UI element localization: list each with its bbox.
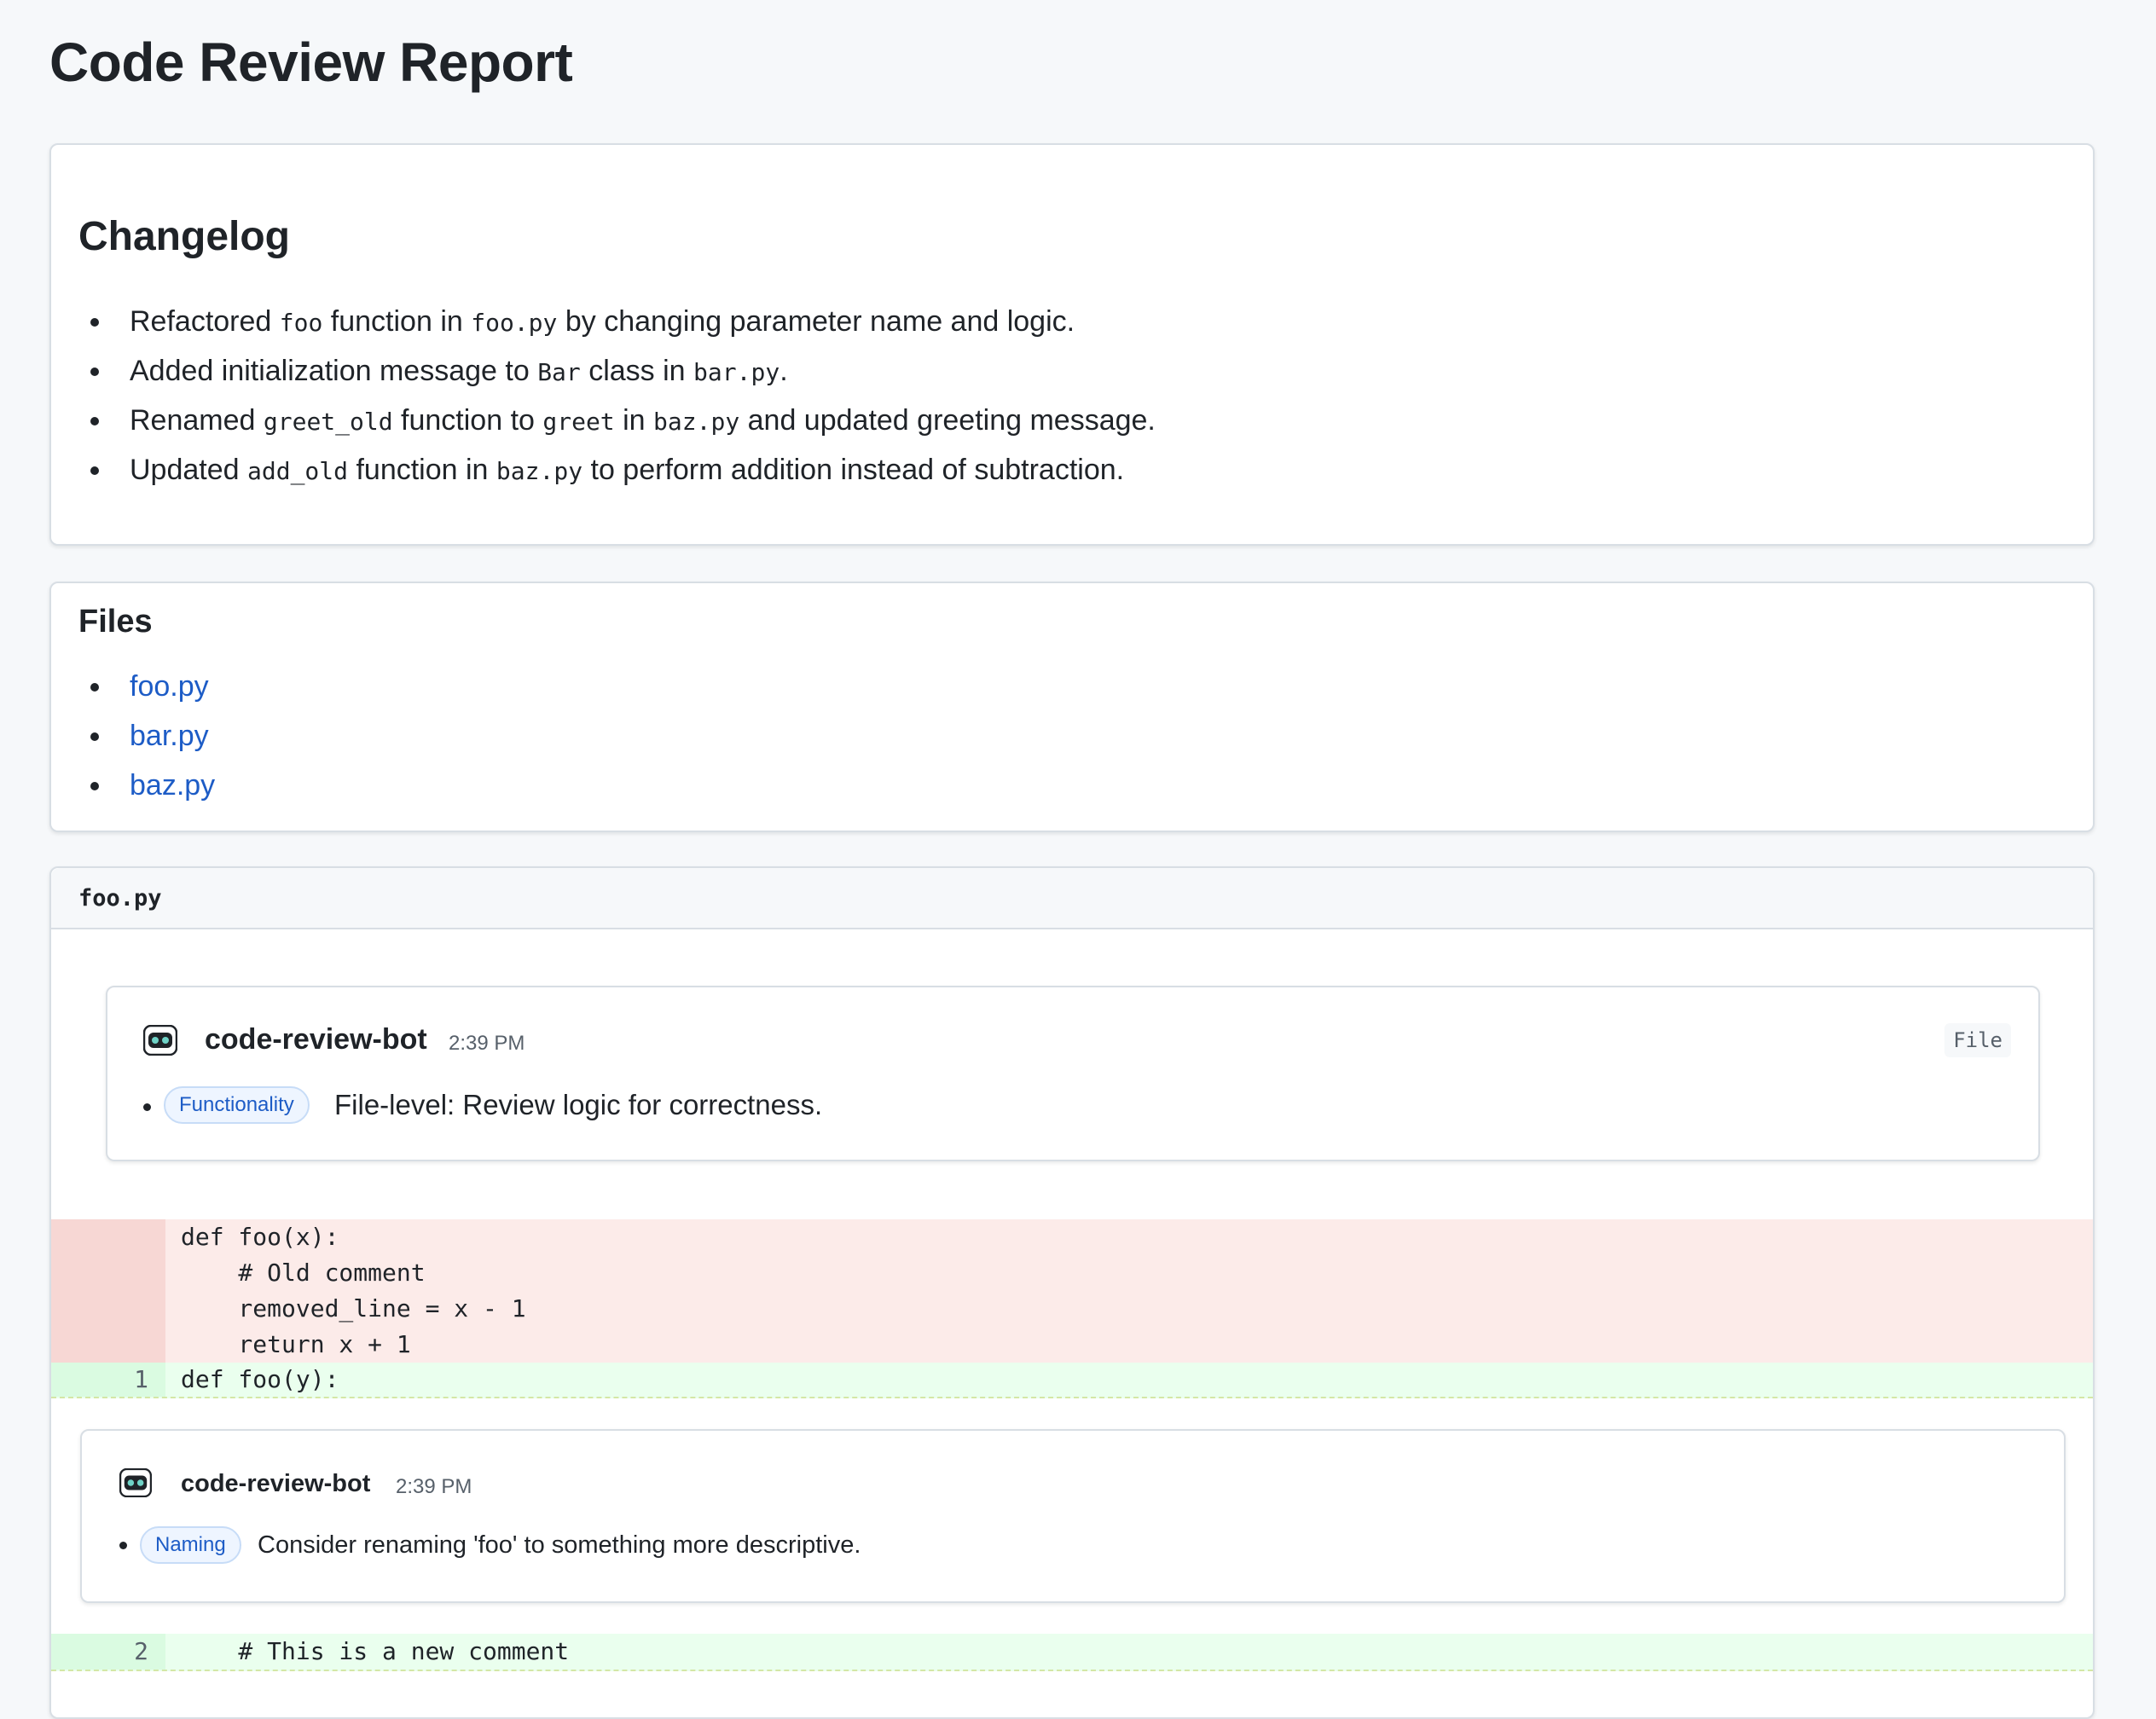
category-tag: Functionality bbox=[164, 1086, 310, 1124]
inline-code: foo.py bbox=[471, 309, 558, 337]
inline-code: baz.py bbox=[496, 457, 583, 485]
diff-gutter: 2 bbox=[51, 1634, 165, 1670]
robot-icon bbox=[143, 1025, 177, 1056]
diff-gutter bbox=[51, 1219, 165, 1363]
file-header: foo.py bbox=[51, 868, 2093, 929]
changelog-card: Changelog Refactored foo function in foo… bbox=[49, 143, 2095, 546]
changelog-text: Refactored bbox=[130, 305, 280, 338]
changelog-text: in bbox=[614, 404, 654, 437]
removed-code: def foo(x): # Old comment removed_line =… bbox=[181, 1219, 526, 1363]
comment-author: code-review-bot bbox=[205, 1023, 427, 1056]
comment-text: Consider renaming 'foo' to something mor… bbox=[258, 1531, 861, 1559]
code-line: def foo(x): bbox=[181, 1223, 339, 1251]
changelog-text: Updated bbox=[130, 454, 247, 486]
removed-lines: def foo(x): # Old comment removed_line =… bbox=[51, 1219, 2093, 1363]
category-tag: Naming bbox=[140, 1526, 241, 1564]
changelog-list: Refactored foo function in foo.py by cha… bbox=[78, 297, 1156, 495]
changelog-item: Updated add_old function in baz.py to pe… bbox=[78, 445, 1156, 495]
file-link-baz[interactable]: baz.py bbox=[130, 769, 215, 802]
comment-author: code-review-bot bbox=[181, 1470, 371, 1497]
file-comment: code-review-bot 2:39 PM File Functionali… bbox=[106, 986, 2040, 1161]
diff-gutter: 1 bbox=[51, 1363, 165, 1397]
page-title: Code Review Report bbox=[49, 32, 573, 93]
inline-code: bar.py bbox=[693, 358, 780, 386]
bullet-dot bbox=[143, 1103, 151, 1111]
file-link-foo[interactable]: foo.py bbox=[130, 670, 209, 703]
code-line: removed_line = x - 1 bbox=[181, 1294, 526, 1323]
code-line: # Old comment bbox=[181, 1259, 426, 1287]
inline-code: greet bbox=[542, 408, 615, 436]
changelog-text: function to bbox=[392, 404, 543, 437]
code-line: # This is a new comment bbox=[181, 1637, 570, 1665]
files-list: foo.py bar.py baz.py bbox=[78, 662, 215, 810]
comment-time: 2:39 PM bbox=[449, 1032, 525, 1055]
line-number: 1 bbox=[134, 1365, 148, 1393]
bullet-dot bbox=[119, 1542, 127, 1549]
file-name: foo.py bbox=[78, 885, 162, 912]
added-line-1[interactable]: 1 def foo(y): bbox=[51, 1363, 2093, 1398]
code-line: def foo(y): bbox=[181, 1365, 339, 1393]
file-link-bar[interactable]: bar.py bbox=[130, 720, 209, 752]
changelog-title: Changelog bbox=[78, 214, 290, 259]
robot-icon bbox=[119, 1468, 152, 1497]
code-line: return x + 1 bbox=[181, 1330, 411, 1358]
files-card: Files foo.py bar.py baz.py bbox=[49, 582, 2095, 832]
changelog-text: by changing parameter name and logic. bbox=[557, 305, 1075, 338]
changelog-text: Added initialization message to bbox=[130, 355, 538, 387]
changelog-item: Renamed greet_old function to greet in b… bbox=[78, 396, 1156, 445]
changelog-text: function in bbox=[322, 305, 472, 338]
changelog-text: Renamed bbox=[130, 404, 264, 437]
changelog-text: and updated greeting message. bbox=[739, 404, 1156, 437]
changelog-text: to perform addition instead of subtracti… bbox=[582, 454, 1125, 486]
changelog-item: Refactored foo function in foo.py by cha… bbox=[78, 297, 1156, 346]
inline-code: foo bbox=[279, 309, 323, 337]
changelog-item: Added initialization message to Bar clas… bbox=[78, 346, 1156, 396]
inline-code: add_old bbox=[247, 457, 349, 485]
changelog-text: function in bbox=[348, 454, 496, 486]
added-line-2[interactable]: 2 # This is a new comment bbox=[51, 1634, 2093, 1671]
changelog-text: . bbox=[780, 355, 788, 387]
file-list-item: bar.py bbox=[78, 711, 215, 761]
file-list-item: baz.py bbox=[78, 761, 215, 810]
comment-time: 2:39 PM bbox=[396, 1475, 472, 1498]
changelog-text: class in bbox=[580, 355, 694, 387]
scope-badge: File bbox=[1944, 1023, 2011, 1057]
inline-code: greet_old bbox=[263, 408, 393, 436]
line-comment: code-review-bot 2:39 PM Naming Consider … bbox=[80, 1429, 2066, 1603]
inline-code: baz.py bbox=[653, 408, 740, 436]
files-title: Files bbox=[78, 604, 153, 640]
comment-text: File-level: Review logic for correctness… bbox=[334, 1089, 823, 1120]
file-diff-card: foo.py code-review-bot 2:39 PM File Func… bbox=[49, 866, 2095, 1719]
line-number: 2 bbox=[134, 1637, 148, 1665]
page: Code Review Report Changelog Refactored … bbox=[0, 0, 2156, 1719]
inline-code: Bar bbox=[537, 358, 581, 386]
file-list-item: foo.py bbox=[78, 662, 215, 711]
